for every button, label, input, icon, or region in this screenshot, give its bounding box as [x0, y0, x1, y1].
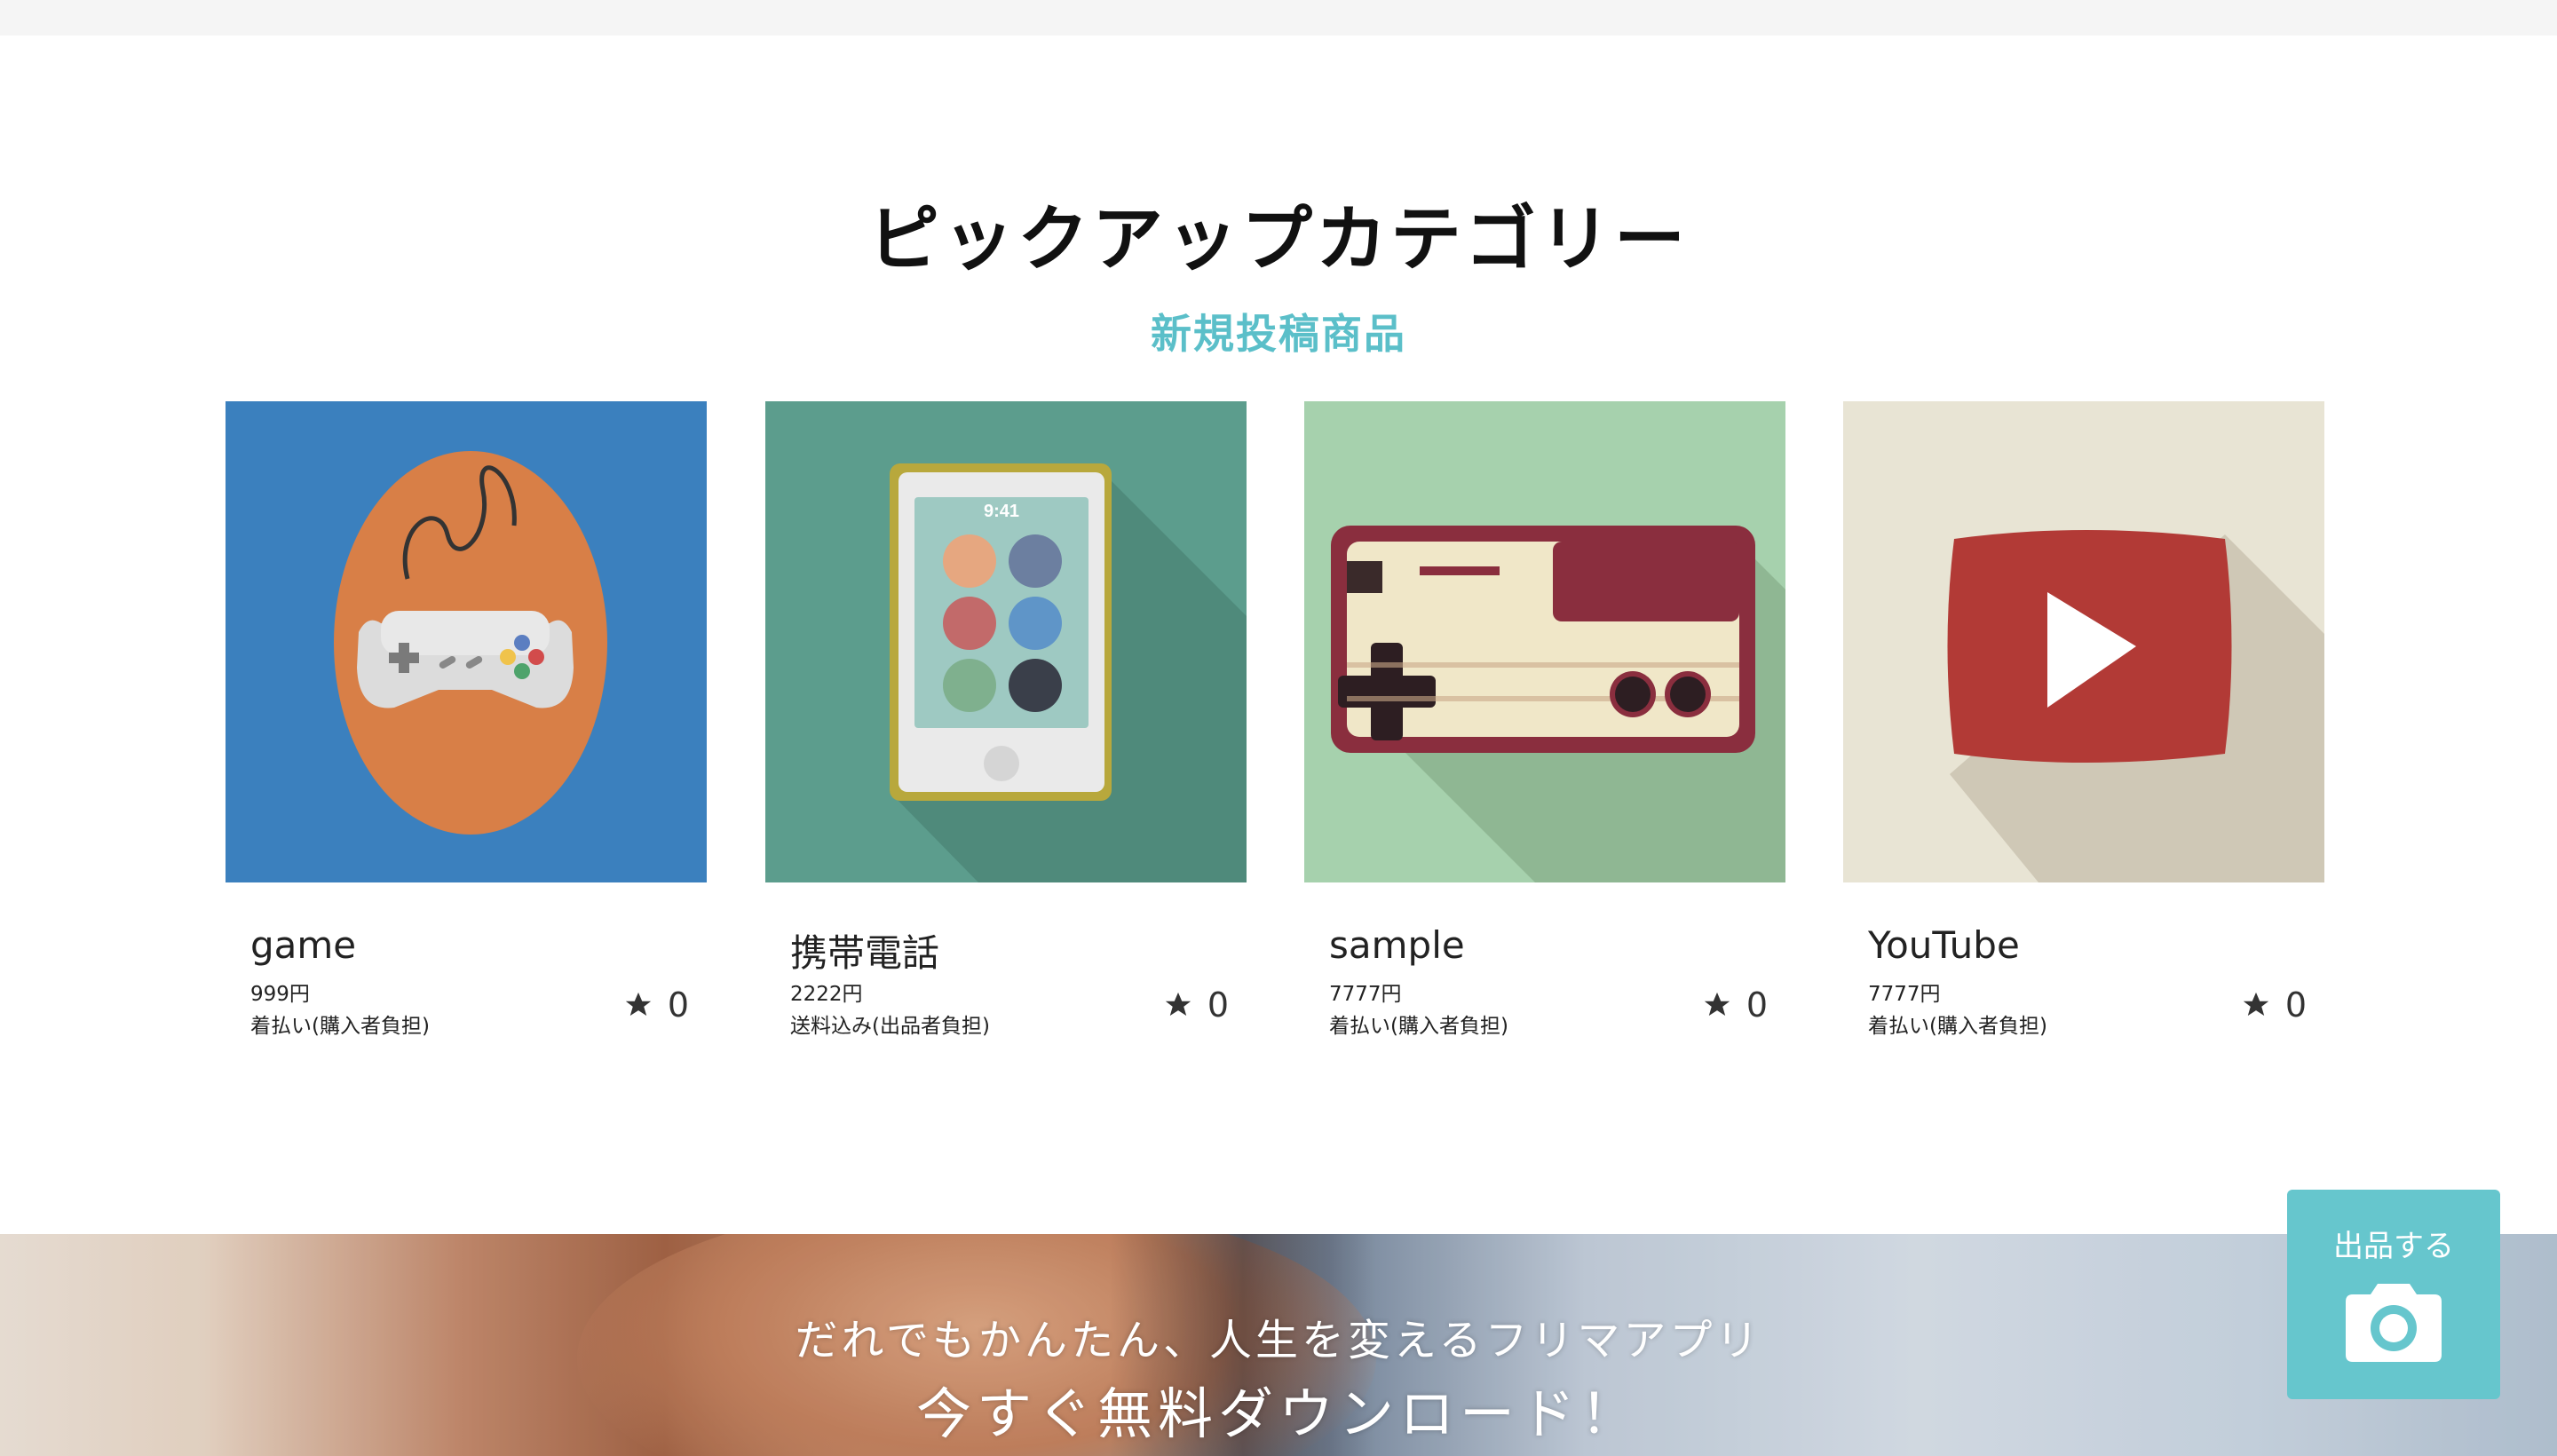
product-name[interactable]: sample [1329, 923, 1465, 967]
banner-tagline: だれでもかんたん、人生を変えるフリマアプリ [795, 1316, 1762, 1365]
video-play-icon [1843, 401, 2324, 882]
like-count-value: 0 [1207, 985, 1229, 1025]
like-count[interactable]: 0 [1163, 985, 1229, 1025]
product-image[interactable] [1304, 401, 1785, 882]
product-name[interactable]: YouTube [1868, 923, 2020, 967]
like-count[interactable]: 0 [1702, 985, 1768, 1025]
like-count[interactable]: 0 [623, 985, 689, 1025]
top-bar [0, 0, 2557, 36]
product-name[interactable]: 携帯電話 [790, 923, 939, 977]
product-shipping: 着払い(購入者負担) [250, 1015, 430, 1038]
product-name[interactable]: game [250, 923, 356, 967]
section-title: ピックアップカテゴリー [868, 198, 1689, 281]
like-count-value: 0 [667, 985, 689, 1025]
star-icon [625, 992, 651, 1017]
star-icon [1165, 992, 1191, 1017]
section-subtitle: 新規投稿商品 [1151, 310, 1406, 358]
like-count-value: 0 [2284, 985, 2307, 1025]
star-icon [2243, 992, 2268, 1017]
player-time: 9:41 [984, 502, 1019, 521]
product-image[interactable] [1843, 401, 2324, 882]
product-shipping: 送料込み(出品者負担) [790, 1015, 990, 1038]
product-image[interactable] [226, 401, 707, 882]
product-card[interactable]: sample 7777円 着払い(購入者負担) 0 [1304, 401, 1785, 1049]
product-shipping: 着払い(購入者負担) [1868, 1015, 2047, 1038]
sell-button[interactable]: 出品する [2287, 1190, 2500, 1399]
product-card[interactable]: YouTube 7777円 着払い(購入者負担) 0 [1843, 401, 2324, 1049]
like-count-value: 0 [1746, 985, 1768, 1025]
product-price: 999円 [250, 983, 310, 1006]
product-shipping: 着払い(購入者負担) [1329, 1015, 1508, 1038]
like-count[interactable]: 0 [2241, 985, 2307, 1025]
product-price: 7777円 [1329, 983, 1402, 1006]
camera-icon [2346, 1284, 2442, 1362]
banner-cta[interactable]: 今すぐ無料ダウンロード！ [0, 1369, 2557, 1449]
music-player-icon: 9:41 [765, 401, 1247, 882]
sell-button-label: 出品する [2333, 1229, 2454, 1264]
star-icon [1704, 992, 1730, 1017]
product-card[interactable]: 9:41 携帯電話 2222円 送料込み(出品者負担) 0 [765, 401, 1247, 1049]
product-price: 2222円 [790, 983, 863, 1006]
product-image[interactable]: 9:41 [765, 401, 1247, 882]
product-card[interactable]: game 999円 着払い(購入者負担) 0 [226, 401, 707, 1049]
app-download-banner[interactable]: だれでもかんたん、人生を変えるフリマアプリ 今すぐ無料ダウンロード！ [0, 1234, 2557, 1456]
product-price: 7777円 [1868, 983, 1941, 1006]
game-controller-icon [226, 401, 707, 882]
famicom-controller-icon [1304, 401, 1785, 882]
